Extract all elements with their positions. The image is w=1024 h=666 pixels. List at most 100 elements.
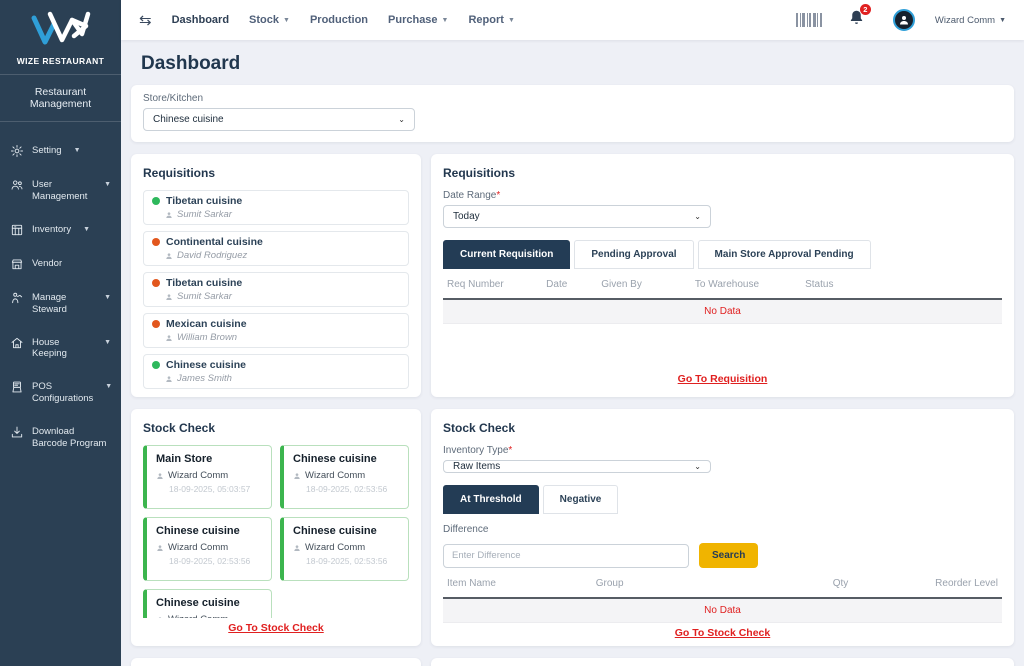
stock-check-card[interactable]: Chinese cuisine Wizard Comm 18-09-2025, …: [280, 517, 409, 581]
stock-check-panel-card: Stock Check Inventory Type* Raw Items ⌄ …: [431, 409, 1014, 646]
chevron-down-icon: ▼: [83, 223, 90, 235]
tab-pending-approval[interactable]: Pending Approval: [574, 240, 693, 269]
notification-badge: 2: [860, 4, 871, 15]
topnav-purchase[interactable]: Purchase▼: [388, 14, 448, 26]
user-menu[interactable]: Wizard Comm▼: [935, 15, 1006, 26]
transfers-card: Transfers: [131, 658, 421, 666]
go-to-stock-check-link[interactable]: Go To Stock Check: [443, 623, 1002, 639]
topnav-dashboard[interactable]: Dashboard: [172, 14, 229, 26]
inventory-icon: [10, 223, 24, 237]
download-icon: [10, 425, 24, 439]
sidebar-item-label: Manage Steward: [32, 291, 92, 316]
chevron-down-icon: ⌄: [694, 462, 701, 471]
sidebar-item-download-barcode-program[interactable]: Download Barcode Program: [9, 415, 112, 460]
sidebar-item-vendor[interactable]: Vendor: [9, 247, 112, 281]
requisitions-list-column: Requisitions Tibetan cuisine Sumit Sarka…: [131, 154, 421, 397]
stock-check-card[interactable]: Chinese cuisine Wizard Comm 18-09-2025, …: [143, 589, 272, 618]
chevron-down-icon: ▼: [104, 178, 111, 190]
stock-card-person: Wizard Comm: [305, 542, 365, 553]
search-button[interactable]: Search: [699, 543, 758, 568]
go-to-requisition-link[interactable]: Go To Requisition: [443, 369, 1002, 385]
status-dot: [152, 279, 160, 287]
inventory-type-label: Inventory Type*: [443, 445, 1002, 456]
barcode-icon[interactable]: [796, 13, 822, 27]
brand-subtitle: Restaurant Management: [0, 74, 121, 122]
sidebar-item-label: Vendor: [32, 257, 62, 270]
topnav-report[interactable]: Report▼: [468, 14, 514, 26]
sidebar-item-label: House Keeping: [32, 336, 92, 361]
row-transfers-chart: Transfers Current Stock 30: [131, 658, 1014, 666]
column-qty: Qty: [833, 578, 899, 589]
user-avatar[interactable]: [893, 9, 915, 31]
stock-check-card[interactable]: Chinese cuisine Wizard Comm 18-09-2025, …: [143, 517, 272, 581]
stock-card-person: Wizard Comm: [168, 470, 228, 481]
store-kitchen-select[interactable]: Chinese cuisine ⌄: [143, 108, 415, 131]
tab-negative[interactable]: Negative: [543, 485, 619, 514]
topnav-label: Dashboard: [172, 14, 229, 26]
no-data-row: No Data: [443, 300, 1002, 324]
requisitions-list-card: Requisitions Tibetan cuisine Sumit Sarka…: [131, 154, 421, 397]
column-date: Date: [546, 279, 601, 290]
card-title: Stock Check: [443, 421, 1002, 435]
requisition-list-item[interactable]: Tibetan cuisine Sumit Sarkar: [143, 272, 409, 307]
stock-card-timestamp: 18-09-2025, 02:53:56: [306, 556, 399, 566]
topnav-label: Stock: [249, 14, 279, 26]
date-range-label: Date Range*: [443, 190, 1002, 201]
person-icon: [165, 334, 173, 342]
stock-card-name: Chinese cuisine: [156, 597, 262, 609]
card-title: Requisitions: [443, 166, 1002, 180]
topnav-label: Purchase: [388, 14, 438, 26]
stock-card-name: Main Store: [156, 453, 262, 465]
stock-card-timestamp: 18-09-2025, 05:03:57: [169, 484, 262, 494]
card-title: Requisitions: [143, 166, 409, 180]
requisition-list-item[interactable]: Mexican cuisine William Brown: [143, 313, 409, 348]
column-to-warehouse: To Warehouse: [695, 279, 805, 290]
sidebar-item-user-management[interactable]: User Management ▼: [9, 168, 112, 213]
person-icon: [156, 544, 164, 552]
sidebar-item-pos-configurations[interactable]: POS Configurations ▼: [9, 370, 112, 415]
stock-card-name: Chinese cuisine: [293, 525, 399, 537]
difference-input[interactable]: [443, 544, 689, 568]
notifications-bell[interactable]: 2: [848, 9, 865, 31]
stock-check-tabs: At Threshold Negative: [443, 485, 1002, 514]
chevron-down-icon: ▼: [508, 17, 515, 24]
difference-row: Search: [443, 543, 1002, 568]
sidebar-item-inventory[interactable]: Inventory ▼: [9, 213, 112, 247]
sidebar-item-manage-steward[interactable]: Manage Steward ▼: [9, 281, 112, 326]
wize-restaurant-logo-icon: [28, 8, 94, 56]
page-title: Dashboard: [141, 53, 1014, 75]
date-range-select[interactable]: Today ⌄: [443, 205, 711, 228]
stock-check-card[interactable]: Chinese cuisine Wizard Comm 18-09-2025, …: [280, 445, 409, 509]
topbar: ⇆ Dashboard Stock▼ Production Purchase▼ …: [121, 0, 1024, 40]
sidebar-nav: Setting ▼ User Management ▼ Inventory ▼ …: [0, 122, 121, 472]
topnav-production[interactable]: Production: [310, 14, 368, 26]
transfers-column: Transfers: [131, 658, 421, 666]
stock-card-person: Wizard Comm: [305, 470, 365, 481]
tab-current-requisition[interactable]: Current Requisition: [443, 240, 570, 269]
stock-check-card-main-store[interactable]: Main Store Wizard Comm 18-09-2025, 05:03…: [143, 445, 272, 509]
column-req-number: Req Number: [447, 279, 546, 290]
tab-main-store-approval-pending[interactable]: Main Store Approval Pending: [698, 240, 871, 269]
chevron-down-icon: ▼: [283, 17, 290, 24]
sidebar-item-setting[interactable]: Setting ▼: [9, 134, 112, 168]
requisition-list-item[interactable]: Tibetan cuisine Sumit Sarkar: [143, 190, 409, 225]
pos-icon: [10, 380, 24, 394]
store-kitchen-label: Store/Kitchen: [143, 93, 1002, 104]
sidebar-toggle-icon[interactable]: ⇆: [139, 13, 152, 28]
inventory-type-select[interactable]: Raw Items ⌄: [443, 460, 711, 473]
sidebar-item-house-keeping[interactable]: House Keeping ▼: [9, 326, 112, 371]
requisition-person: Sumit Sarkar: [177, 209, 232, 220]
topnav-stock[interactable]: Stock ▼: [249, 14, 290, 26]
requisition-cuisine: Tibetan cuisine: [166, 277, 242, 289]
chevron-down-icon: ▼: [999, 17, 1006, 24]
requisition-list-item[interactable]: Chinese cuisine James Smith: [143, 354, 409, 389]
sidebar: WIZE RESTAURANT Restaurant Management Se…: [0, 0, 121, 666]
required-asterisk: *: [496, 190, 500, 201]
requisition-cuisine: Chinese cuisine: [166, 359, 246, 371]
requisition-list-item[interactable]: Continental cuisine David Rodriguez: [143, 231, 409, 266]
chevron-down-icon: ▼: [105, 380, 112, 392]
row-requisitions: Requisitions Tibetan cuisine Sumit Sarka…: [131, 154, 1014, 397]
go-to-stock-check-link[interactable]: Go To Stock Check: [143, 618, 409, 634]
requisitions-table-header: Req Number Date Given By To Warehouse St…: [443, 269, 1002, 300]
tab-at-threshold[interactable]: At Threshold: [443, 485, 539, 514]
